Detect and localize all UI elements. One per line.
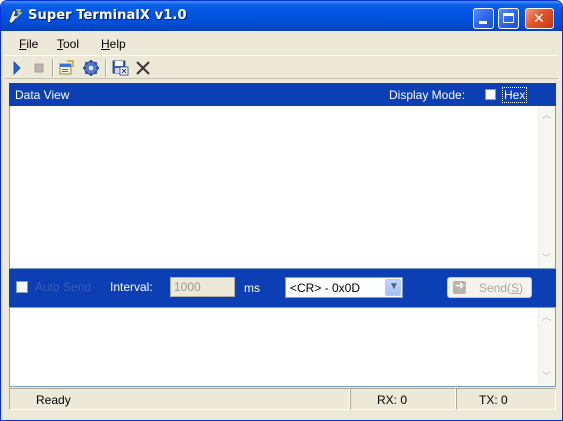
scroll-down-icon[interactable]: ﹀ [542, 254, 551, 264]
chevron-down-icon: ▼ [389, 281, 399, 292]
maximize-button[interactable] [498, 8, 519, 29]
status-bar: Ready RX: 0 TX: 0 [9, 388, 556, 411]
rx-counter: RX: 0 [377, 393, 408, 407]
interval-label: Interval: [110, 280, 153, 294]
toolbar [5, 55, 558, 79]
minimize-button[interactable] [473, 8, 494, 29]
play-icon[interactable] [9, 59, 27, 77]
send-arrow-icon: ➜ [453, 280, 466, 294]
tx-counter-panel: TX: 0 [456, 388, 556, 410]
send-control-bar: Auto Send Interval: 1000 ms <CR> - 0x0D … [9, 269, 556, 307]
maximize-icon [503, 13, 514, 23]
dropdown-button[interactable]: ▼ [385, 279, 401, 296]
auto-send-checkbox[interactable] [16, 281, 28, 293]
scroll-up-icon[interactable]: ︿ [542, 111, 551, 121]
interval-input[interactable]: 1000 [170, 277, 235, 297]
status-message: Ready [36, 393, 71, 407]
data-view-textarea[interactable]: ︿ ﹀ [9, 106, 556, 269]
auto-send-label[interactable]: Auto Send [35, 280, 91, 294]
stop-icon[interactable] [30, 59, 48, 77]
send-button-label: Send(S) [479, 281, 524, 295]
hex-label[interactable]: Hex [501, 87, 528, 103]
properties-icon[interactable] [58, 59, 76, 77]
send-input-scrollbar[interactable]: ︿ ﹀ [538, 308, 555, 386]
send-button[interactable]: ➜ Send(S) [447, 277, 532, 298]
line-ending-select[interactable]: <CR> - 0x0D ▼ [285, 277, 403, 298]
hex-checkbox[interactable] [485, 89, 496, 100]
interval-unit-label: ms [244, 281, 260, 295]
rx-counter-panel: RX: 0 [350, 388, 456, 410]
close-icon: ✕ [533, 11, 545, 27]
close-button[interactable]: ✕ [525, 8, 554, 29]
tx-counter: TX: 0 [479, 393, 508, 407]
data-view-scrollbar[interactable]: ︿ ﹀ [538, 106, 555, 268]
display-mode-label: Display Mode: [389, 88, 466, 102]
line-ending-value: <CR> - 0x0D [290, 281, 361, 295]
app-window: Super TerminalX v1.0 ✕ File Tool Help Da… [0, 0, 563, 421]
toolbar-separator [105, 59, 107, 77]
minimize-icon [479, 21, 487, 24]
settings-gear-icon[interactable] [82, 59, 100, 77]
scroll-down-icon[interactable]: ﹀ [542, 372, 551, 382]
menu-help[interactable]: Help [101, 37, 126, 51]
data-view-header: Data View Display Mode: Hex [9, 83, 556, 106]
send-input-textarea[interactable]: ︿ ﹀ [9, 307, 556, 387]
data-view-title: Data View [15, 88, 70, 102]
status-message-panel: Ready [9, 388, 350, 410]
clear-x-icon[interactable] [134, 59, 152, 77]
menu-bar: File Tool Help [5, 33, 558, 53]
scroll-up-icon[interactable]: ︿ [542, 313, 551, 323]
lightning-app-icon [8, 9, 23, 24]
save-icon[interactable] [111, 59, 129, 77]
menu-file[interactable]: File [19, 37, 38, 51]
title-bar[interactable]: Super TerminalX v1.0 ✕ [1, 1, 562, 31]
menu-tool[interactable]: Tool [57, 37, 79, 51]
toolbar-separator [52, 59, 54, 77]
window-title: Super TerminalX v1.0 [28, 8, 187, 23]
